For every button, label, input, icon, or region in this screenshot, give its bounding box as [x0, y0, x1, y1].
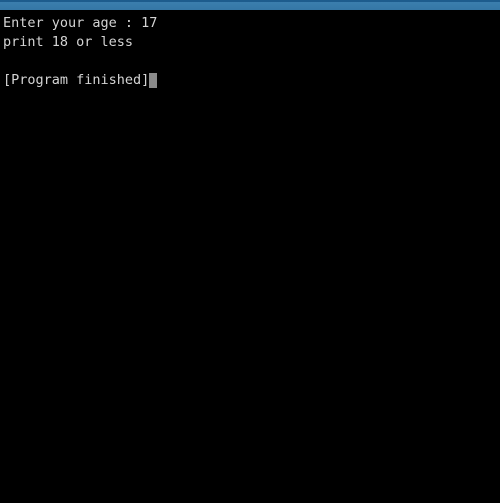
console-output-area[interactable]: Enter your age : 17 print 18 or less [Pr… — [0, 10, 500, 503]
console-title-bar[interactable] — [0, 0, 500, 10]
console-line-status-row: [Program finished] — [1, 71, 500, 90]
console-line-status: [Program finished] — [3, 72, 150, 88]
block-cursor-icon — [149, 73, 158, 88]
console-line-result: print 18 or less — [3, 34, 134, 50]
title-bar-surface[interactable] — [0, 2, 500, 10]
console-line-prompt: Enter your age : 17 — [3, 15, 158, 31]
console-window: Enter your age : 17 print 18 or less [Pr… — [0, 0, 500, 503]
